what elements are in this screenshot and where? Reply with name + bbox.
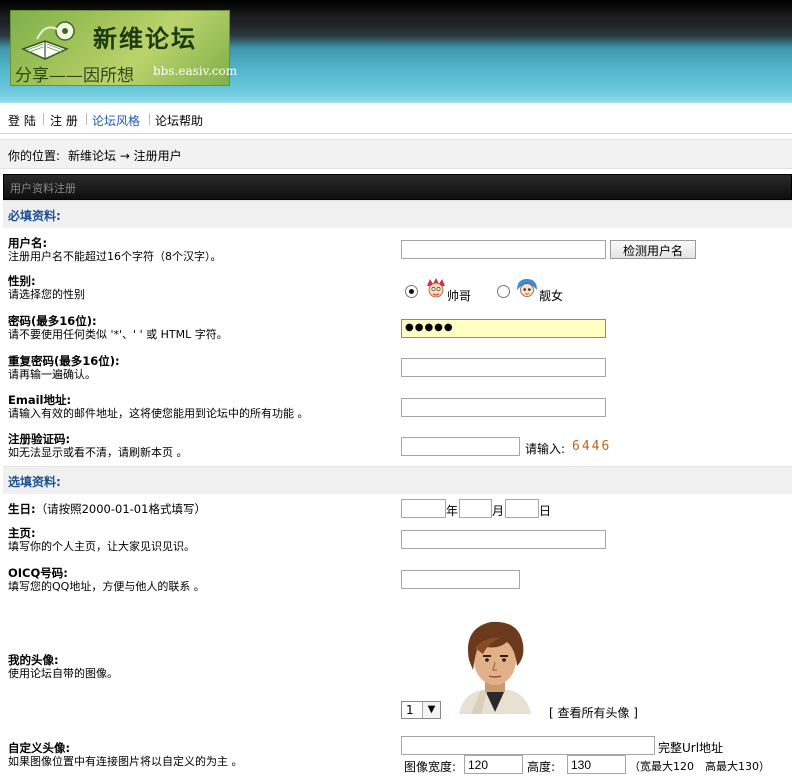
avatar-height-label: 高度: bbox=[527, 760, 556, 774]
birthday-month-input[interactable] bbox=[459, 499, 492, 518]
username-desc: 注册用户名不能超过16个字符（8个汉字）。 bbox=[8, 250, 222, 263]
captcha-prompt: 请输入: bbox=[525, 442, 566, 456]
custom-avatar-url-hint: 完整Url地址 bbox=[658, 741, 724, 755]
birthday-year-unit: 年 bbox=[446, 504, 459, 518]
custom-avatar-label-block: 自定义头像: 如果图像位置中有连接图片将以自定义的为主 。 bbox=[8, 741, 243, 769]
oicq-desc: 填写您的QQ地址，方便与他人的联系 。 bbox=[8, 580, 205, 593]
email-input[interactable] bbox=[401, 398, 606, 417]
username-input[interactable] bbox=[401, 240, 606, 259]
avatar-size-limits: （宽最大120 高最大130） bbox=[629, 760, 770, 773]
male-avatar-icon bbox=[427, 278, 445, 298]
oicq-label: OICQ号码: bbox=[8, 566, 68, 580]
homepage-label: 主页: bbox=[8, 526, 36, 540]
homepage-desc: 填写你的个人主页，让大家见识见识。 bbox=[8, 540, 195, 553]
birthday-month-unit: 月 bbox=[492, 504, 505, 518]
password-confirm-input[interactable] bbox=[401, 358, 606, 377]
breadcrumb-path[interactable]: 新维论坛 → 注册用户 bbox=[68, 147, 182, 164]
panel-header: 用户资料注册 bbox=[3, 174, 792, 200]
gender-female-label[interactable]: 靓女 bbox=[539, 287, 563, 304]
nav-register[interactable]: 注 册 bbox=[50, 112, 78, 129]
gender-male-label[interactable]: 帅哥 bbox=[447, 287, 471, 304]
avatar-preview-image bbox=[445, 614, 545, 714]
required-section-title: 必填资料: bbox=[8, 209, 61, 223]
gender-female-radio[interactable] bbox=[497, 285, 510, 298]
birthday-label: 生日: bbox=[8, 502, 36, 516]
username-label-block: 用户名: 注册用户名不能超过16个字符（8个汉字）。 bbox=[8, 236, 222, 264]
top-nav: 登 陆 注 册 论坛风格 论坛帮助 bbox=[0, 104, 792, 134]
password-label-block: 密码(最多16位): 请不要使用任何类似 '*'、' ' 或 HTML 字符。 bbox=[8, 314, 228, 342]
password-desc: 请不要使用任何类似 '*'、' ' 或 HTML 字符。 bbox=[8, 328, 228, 341]
avatar-label: 我的头像: bbox=[8, 653, 59, 667]
panel-title: 用户资料注册 bbox=[10, 182, 76, 195]
birthday-label-line: 生日:（请按照2000-01-01格式填写） bbox=[8, 502, 206, 516]
female-avatar-icon bbox=[517, 279, 537, 297]
birthday-year-input[interactable] bbox=[401, 499, 446, 518]
required-section-header: 必填资料: bbox=[3, 200, 792, 228]
nav-divider bbox=[43, 113, 44, 125]
email-desc: 请输入有效的邮件地址，这将使您能用到论坛中的所有功能 。 bbox=[8, 407, 309, 420]
breadcrumb: 你的位置: 新维论坛 → 注册用户 bbox=[0, 139, 792, 169]
homepage-input[interactable] bbox=[401, 530, 606, 549]
birthday-day-input[interactable] bbox=[505, 499, 539, 518]
logo-slogan: 分享——因所想 bbox=[15, 66, 134, 86]
nav-divider bbox=[149, 113, 150, 125]
view-all-avatars-link[interactable]: [ 查看所有头像 ] bbox=[549, 704, 638, 721]
optional-section-header: 选填资料: bbox=[3, 466, 792, 494]
nav-login[interactable]: 登 陆 bbox=[8, 112, 36, 129]
avatar-width-input[interactable] bbox=[464, 755, 523, 774]
oicq-label-block: OICQ号码: 填写您的QQ地址，方便与他人的联系 。 bbox=[8, 566, 205, 594]
captcha-desc: 如无法显示或看不清，请刷新本页 。 bbox=[8, 446, 188, 459]
birthday-label-block: 生日:（请按照2000-01-01格式填写） bbox=[8, 502, 206, 516]
homepage-label-block: 主页: 填写你的个人主页，让大家见识见识。 bbox=[8, 526, 195, 554]
custom-avatar-url-input[interactable] bbox=[401, 736, 655, 755]
password-confirm-desc: 请再输一遍确认。 bbox=[8, 368, 96, 381]
logo-site-url: bbs.easiv.com bbox=[153, 64, 238, 78]
logo-title: 新维论坛 bbox=[93, 24, 197, 53]
custom-avatar-label: 自定义头像: bbox=[8, 741, 71, 755]
gender-label-block: 性别: 请选择您的性别 bbox=[8, 274, 85, 302]
avatar-height-input[interactable] bbox=[567, 755, 626, 774]
breadcrumb-label: 你的位置: bbox=[8, 149, 61, 163]
book-logo-icon bbox=[21, 21, 75, 60]
site-header: 新维论坛 分享——因所想 bbs.easiv.com bbox=[0, 0, 792, 103]
password-confirm-label-block: 重复密码(最多16位): 请再输一遍确认。 bbox=[8, 354, 120, 382]
birthday-format-note: （请按照2000-01-01格式填写） bbox=[35, 502, 206, 516]
password-label: 密码(最多16位): bbox=[8, 314, 97, 328]
gender-label: 性别: bbox=[8, 274, 36, 288]
avatar-width-label: 图像宽度: bbox=[404, 760, 457, 774]
avatar-label-block: 我的头像: 使用论坛自带的图像。 bbox=[8, 653, 118, 681]
nav-divider bbox=[86, 113, 87, 125]
custom-avatar-desc: 如果图像位置中有连接图片将以自定义的为主 。 bbox=[8, 755, 243, 768]
oicq-input[interactable] bbox=[401, 570, 520, 589]
captcha-code-image: 6446 bbox=[572, 439, 612, 454]
birthday-day-unit: 日 bbox=[539, 504, 552, 518]
site-logo[interactable]: 新维论坛 分享——因所想 bbs.easiv.com bbox=[10, 10, 237, 86]
avatar-portrait-icon bbox=[445, 614, 545, 714]
nav-forum-style[interactable]: 论坛风格 bbox=[92, 112, 140, 129]
avatar-select-value: 1 bbox=[406, 703, 414, 717]
captcha-label-block: 注册验证码: 如无法显示或看不清，请刷新本页 。 bbox=[8, 432, 188, 460]
nav-forum-help[interactable]: 论坛帮助 bbox=[155, 112, 203, 129]
password-input[interactable]: ●●●●● bbox=[401, 319, 606, 338]
email-label-block: Email地址: 请输入有效的邮件地址，这将使您能用到论坛中的所有功能 。 bbox=[8, 393, 309, 421]
gender-male-radio[interactable] bbox=[405, 285, 418, 298]
captcha-label: 注册验证码: bbox=[8, 432, 71, 446]
avatar-select[interactable]: 1 ▼ bbox=[401, 701, 441, 719]
chevron-down-icon: ▼ bbox=[422, 702, 440, 718]
password-confirm-label: 重复密码(最多16位): bbox=[8, 354, 120, 368]
email-label: Email地址: bbox=[8, 393, 72, 407]
captcha-input[interactable] bbox=[401, 437, 520, 456]
gender-desc: 请选择您的性别 bbox=[8, 288, 85, 301]
avatar-desc: 使用论坛自带的图像。 bbox=[8, 667, 118, 680]
optional-section-title: 选填资料: bbox=[8, 475, 61, 489]
check-username-button[interactable]: 检测用户名 bbox=[610, 240, 696, 259]
username-label: 用户名: bbox=[8, 236, 48, 250]
